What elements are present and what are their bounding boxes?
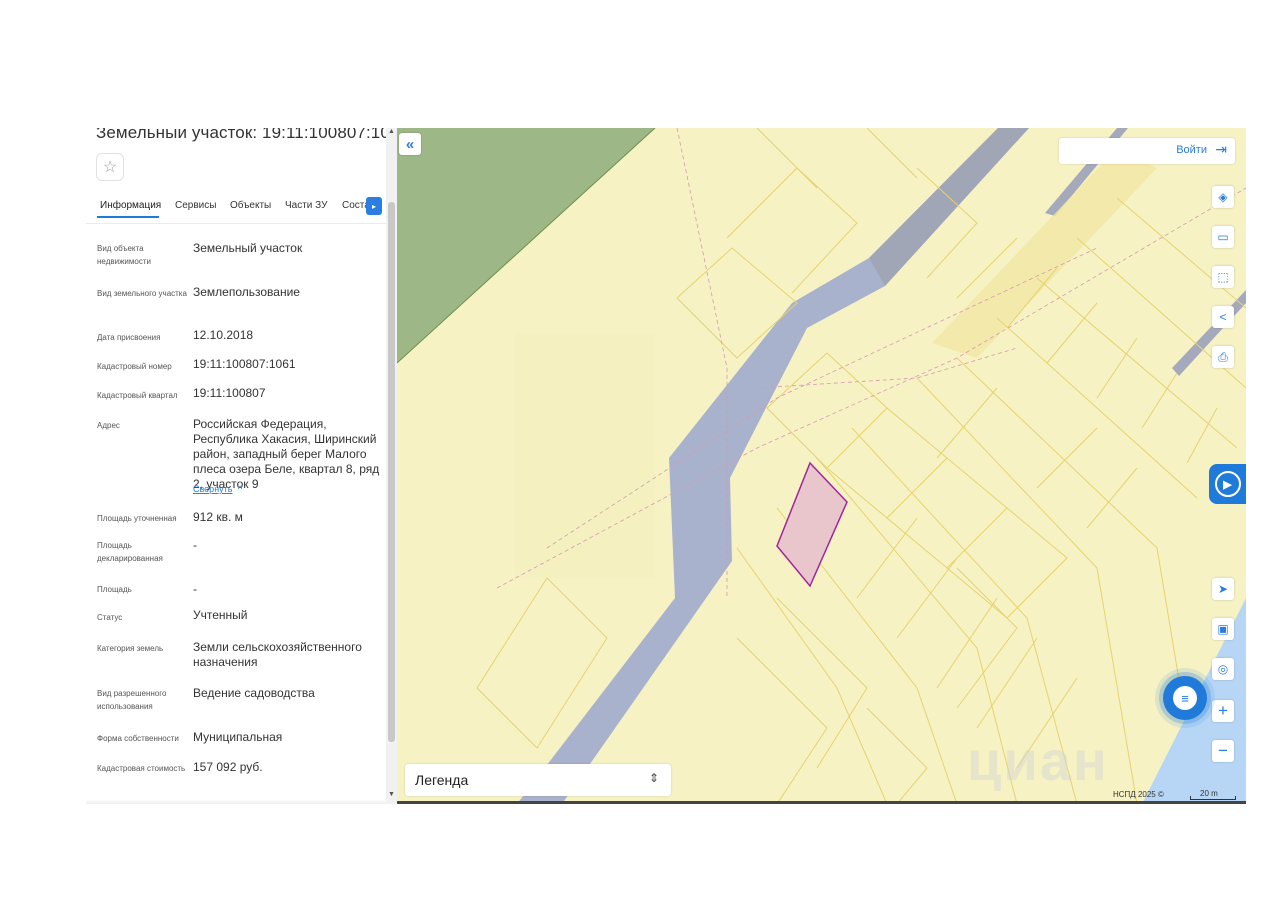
chevron-up-icon[interactable]: ^ xyxy=(238,484,242,494)
area-select-icon[interactable]: ⬚ xyxy=(1212,266,1234,288)
app-window: Земельный участок: 19:11:100807:1061 ☆ И… xyxy=(86,128,1246,804)
panel-bottom-edge xyxy=(86,799,386,804)
watermark-logo: циан xyxy=(967,729,1109,792)
chat-button[interactable]: ≡ xyxy=(1163,676,1207,720)
value-permitted-use: Ведение садоводства xyxy=(193,686,315,700)
label-cadastral-quarter: Кадастровый квартал xyxy=(97,391,178,400)
zone-square xyxy=(515,333,655,578)
tab-objects[interactable]: Объекты xyxy=(230,200,271,211)
tab-services[interactable]: Сервисы xyxy=(175,200,216,211)
login-label: Войти xyxy=(1176,144,1207,156)
road-secondary-2 xyxy=(1172,290,1246,376)
tab-information[interactable]: Информация xyxy=(100,200,161,211)
ruler-icon[interactable]: ▭ xyxy=(1212,226,1234,248)
label-address: Адрес xyxy=(97,421,120,430)
value-status: Учтенный xyxy=(193,608,248,622)
collapse-panel-button[interactable]: « xyxy=(399,133,421,155)
road-dark-segment xyxy=(869,128,1029,286)
favorite-star-icon[interactable]: ☆ xyxy=(96,153,124,181)
collapse-address-link[interactable]: Свернуть xyxy=(193,484,232,494)
brand-side-tab[interactable]: ▶ xyxy=(1209,464,1246,504)
share-icon[interactable]: < xyxy=(1212,306,1234,328)
value-land-category: Земли сельскохозяйственного назначения xyxy=(193,640,362,669)
copyright-text: НСПД 2025 © xyxy=(1113,790,1164,799)
label-cadastral-cost: Кадастровая стоимость xyxy=(97,764,186,773)
value-ownership: Муниципальная xyxy=(193,730,283,744)
scroll-up-arrow-icon[interactable]: ▲ xyxy=(388,128,395,135)
zoom-in-button[interactable]: + xyxy=(1212,700,1234,722)
active-tab-indicator xyxy=(97,216,159,218)
value-assign-date: 12.10.2018 xyxy=(193,328,254,342)
value-area-refined: 912 кв. м xyxy=(193,510,243,524)
label-object-type: Вид объекта недвижимости xyxy=(97,244,151,266)
value-cadastral-cost: 157 092 руб. xyxy=(193,760,263,774)
value-area-declared: - xyxy=(193,538,197,552)
login-arrow-icon: ⇥ xyxy=(1215,141,1227,157)
value-object-type: Земельный участок xyxy=(193,241,303,255)
layers-icon[interactable]: ◈ xyxy=(1212,186,1234,208)
value-land-type: Землепользование xyxy=(193,285,300,299)
chat-icon: ≡ xyxy=(1173,686,1197,710)
label-land-type: Вид земельного участка xyxy=(97,289,187,298)
map-bottom-border xyxy=(397,801,1246,804)
scale-bar xyxy=(1190,796,1236,800)
brand-logo-icon: ▶ xyxy=(1214,471,1241,497)
tab-bar: Информация Сервисы Объекты Части ЗУ Сост… xyxy=(86,194,386,220)
label-area-refined: Площадь уточненная xyxy=(97,514,177,523)
print-icon[interactable]: ⎙ xyxy=(1212,346,1234,368)
label-status: Статус xyxy=(97,613,123,622)
scrollbar-thumb[interactable] xyxy=(388,202,395,742)
tabs-divider xyxy=(86,223,386,224)
label-cadastral-number: Кадастровый номер xyxy=(97,362,172,371)
legend-label: Легенда xyxy=(415,772,469,788)
panel-title: Земельный участок: 19:11:100807:1061 xyxy=(96,128,397,142)
login-button[interactable]: Войти ⇥ xyxy=(1059,138,1235,164)
tabs-scroll-right-button[interactable]: ▸ xyxy=(366,197,382,215)
label-area: Площадь xyxy=(97,585,132,594)
legend-dropdown[interactable]: Легенда ⇕ xyxy=(405,764,671,796)
location-icon[interactable]: ◎ xyxy=(1212,658,1234,680)
label-land-category: Категория земель xyxy=(97,644,164,653)
value-area: - xyxy=(193,582,197,596)
navigate-icon[interactable]: ➤ xyxy=(1212,578,1234,600)
zoom-out-button[interactable]: − xyxy=(1212,740,1234,762)
label-permitted-use: Вид разрешенного использования xyxy=(97,689,167,711)
updown-chevron-icon: ⇕ xyxy=(648,771,659,785)
minimap-icon[interactable]: ▣ xyxy=(1212,618,1234,640)
value-address: Российская Федерация, Республика Хакасия… xyxy=(193,417,380,491)
value-cadastral-number[interactable]: 19:11:100807:1061 xyxy=(193,357,388,372)
label-ownership: Форма собственности xyxy=(97,734,179,743)
value-cadastral-quarter[interactable]: 19:11:100807 xyxy=(193,386,388,401)
scroll-down-arrow-icon[interactable]: ▼ xyxy=(388,791,395,798)
map-canvas[interactable]: циан « Войти ⇥ ◈ ▭ ⬚ < ⎙ ▶ ➤ ▣ ◎ + − ≡ Л… xyxy=(397,128,1246,804)
panel-scrollbar[interactable]: ▲ ▼ xyxy=(386,128,397,804)
tab-parts[interactable]: Части ЗУ xyxy=(285,200,327,211)
label-area-declared: Площадь декларированная xyxy=(97,541,163,563)
map-layers xyxy=(397,128,1246,804)
label-assign-date: Дата присвоения xyxy=(97,333,161,342)
info-panel: Земельный участок: 19:11:100807:1061 ☆ И… xyxy=(86,128,397,804)
